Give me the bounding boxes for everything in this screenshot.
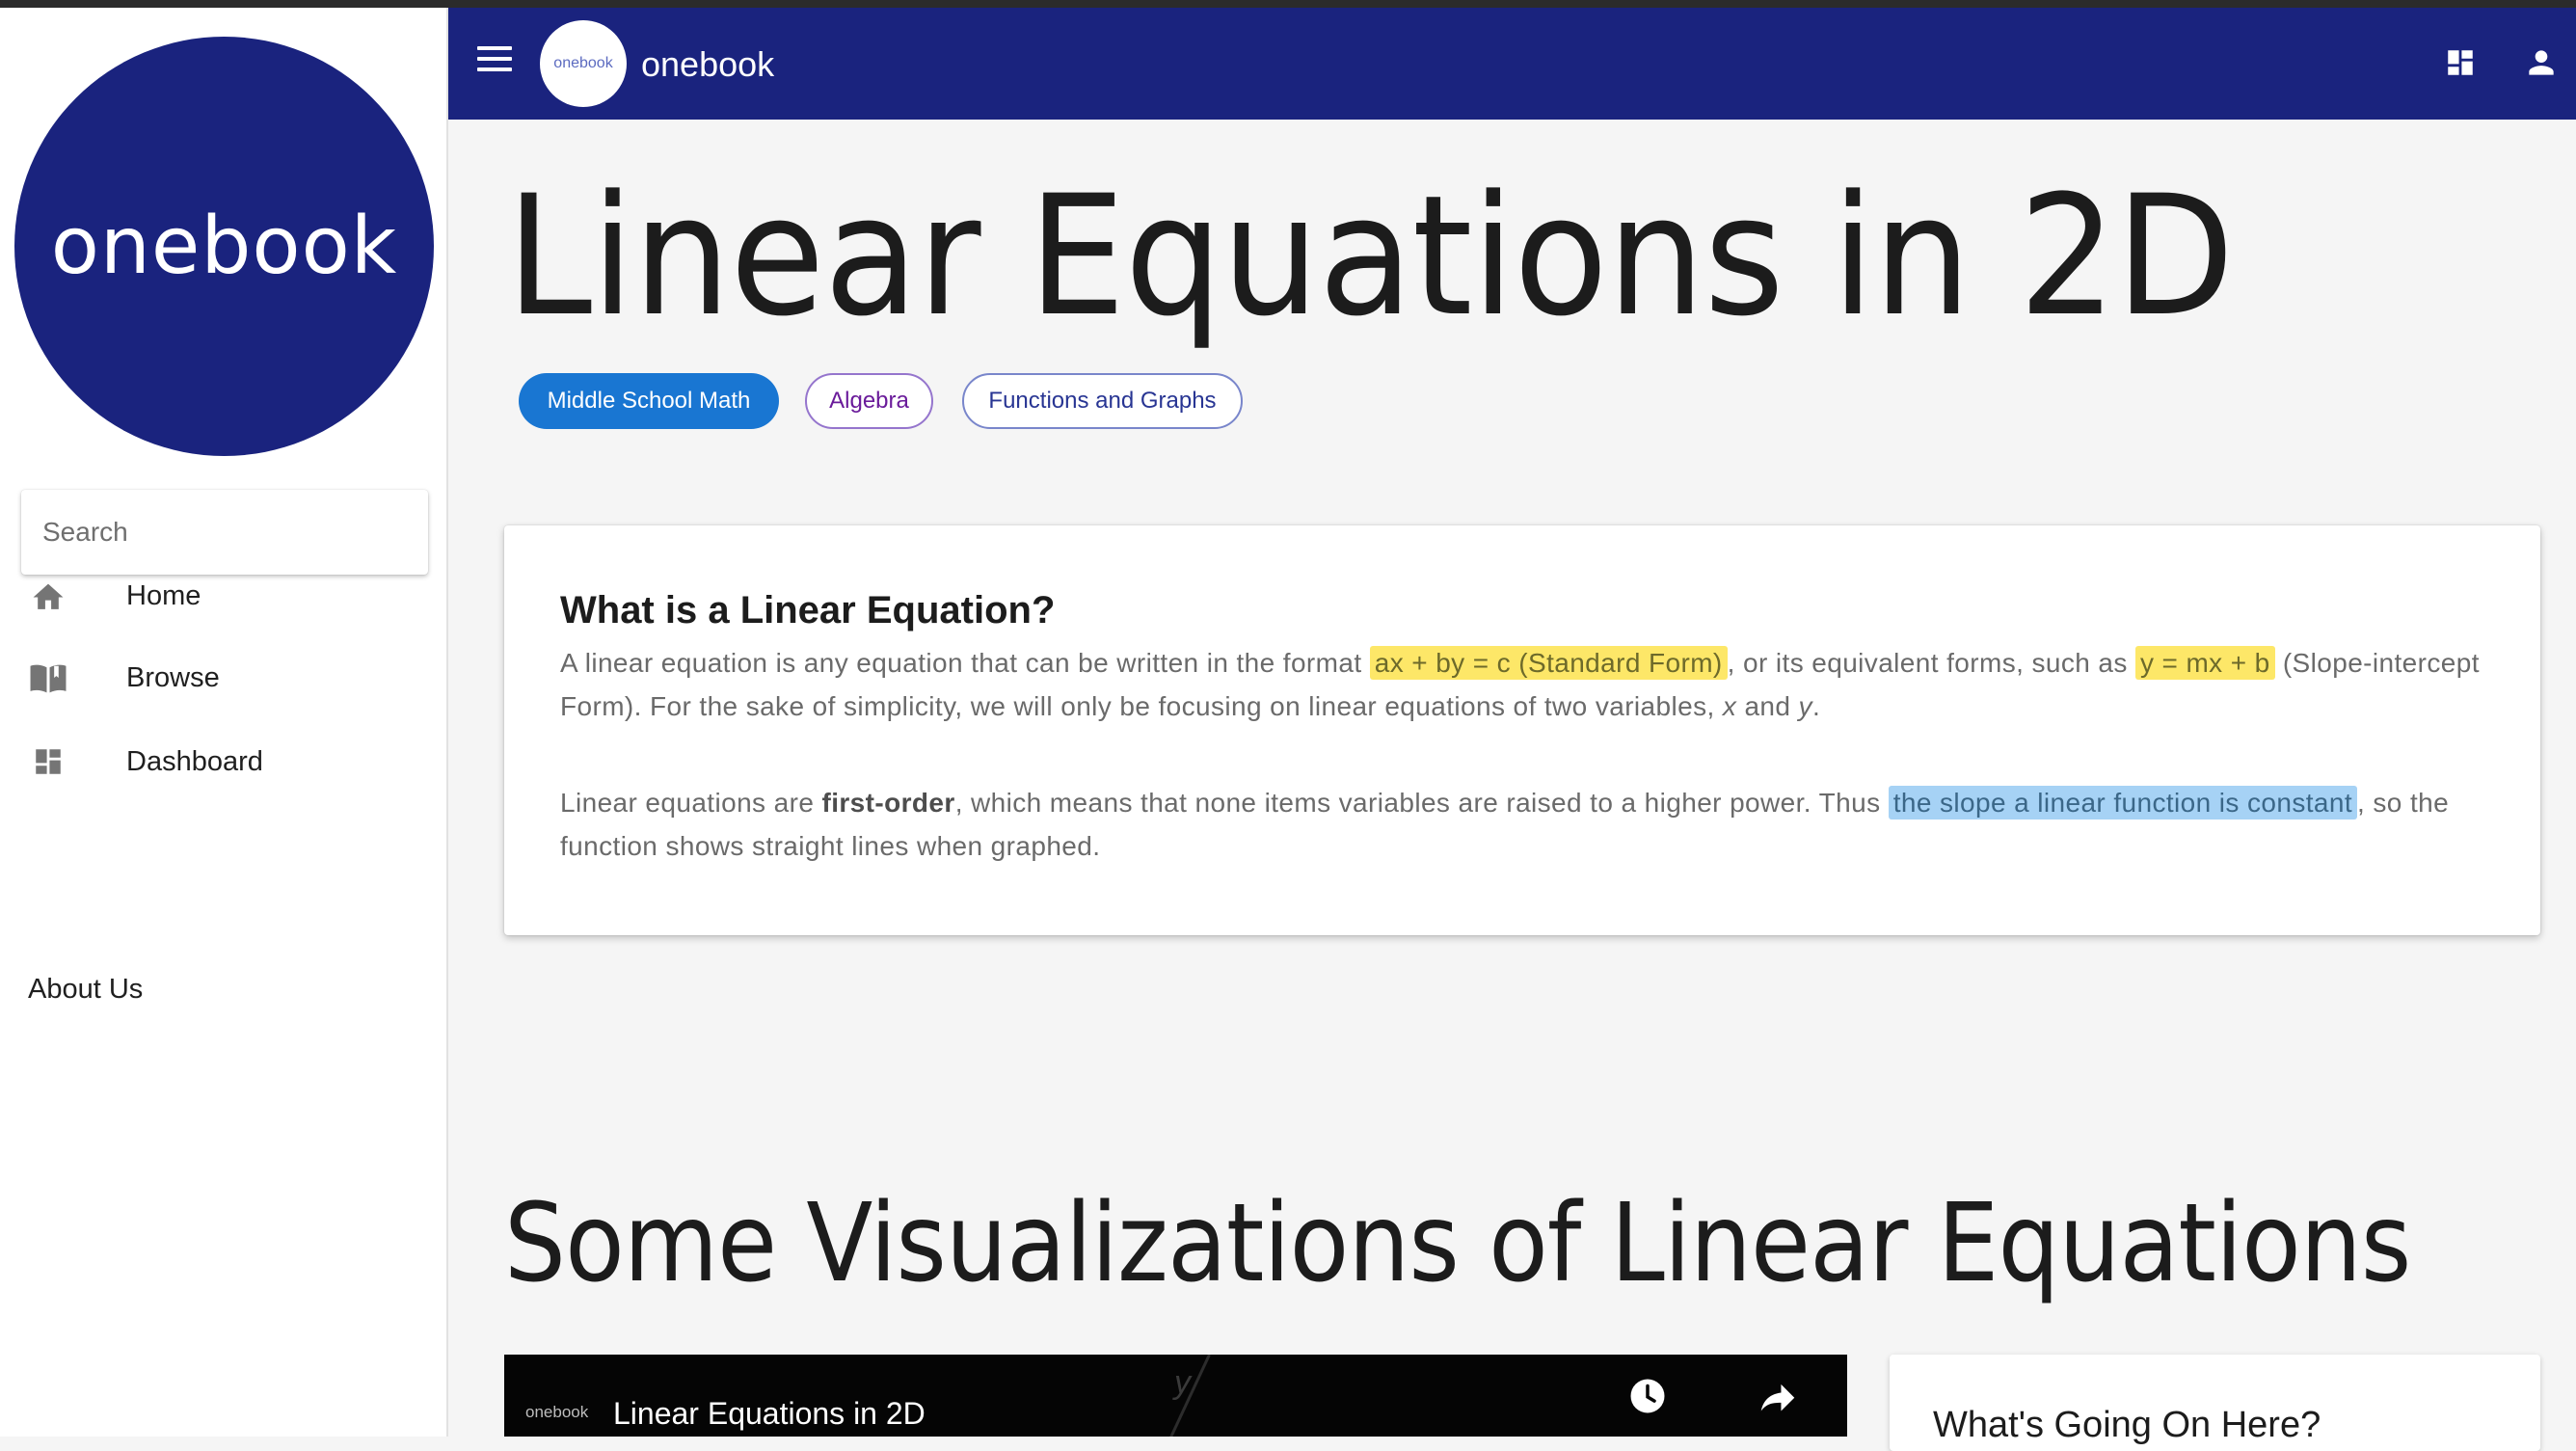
video-axis-label: y	[1174, 1364, 1191, 1401]
definition-card: What is a Linear Equation? A linear equa…	[504, 525, 2540, 935]
sidebar-item-label: Home	[126, 579, 201, 611]
dashboard-icon	[29, 742, 67, 781]
card-paragraph-2: Linear equations are first-order, which …	[560, 786, 2450, 861]
book-open-icon	[29, 658, 67, 697]
highlight-slope-intercept: y = mx + b	[2134, 646, 2275, 680]
person-icon[interactable]	[2523, 44, 2560, 81]
tag-chip-functions-and-graphs[interactable]: Functions and Graphs	[962, 373, 1243, 429]
video-title[interactable]: Linear Equations in 2D	[613, 1396, 926, 1432]
sidebar-logo-text: onebook	[50, 201, 398, 292]
sidebar-item-home[interactable]: Home	[29, 567, 424, 625]
sidebar-item-label: Dashboard	[126, 745, 263, 777]
app-bar: onebook onebook	[448, 8, 2576, 120]
highlight-standard-form: ax + by = c (Standard Form)	[1369, 646, 1728, 680]
video-player[interactable]: y onebook Linear Equations in 2D	[504, 1355, 1847, 1437]
video-channel-name[interactable]: onebook	[525, 1403, 588, 1422]
app-title[interactable]: onebook	[641, 44, 774, 85]
highlight-constant-slope: the slope a linear function is constant	[1888, 786, 2358, 820]
appbar-logo[interactable]: onebook	[540, 20, 627, 107]
appbar-logo-text: onebook	[553, 55, 613, 71]
home-icon	[29, 577, 67, 615]
window-top-border	[0, 0, 2576, 8]
sidebar-logo[interactable]: onebook	[14, 37, 434, 456]
explanation-card: What's Going On Here?	[1890, 1355, 2540, 1451]
sidebar: onebook Home Browse Dashboard About Us	[0, 8, 448, 1437]
about-us-link[interactable]: About Us	[28, 974, 143, 1006]
clock-icon[interactable]	[1627, 1376, 1668, 1416]
sidebar-item-browse[interactable]: Browse	[29, 649, 424, 707]
sidebar-item-dashboard[interactable]: Dashboard	[29, 733, 424, 791]
card-title: What is a Linear Equation?	[560, 589, 1056, 631]
menu-icon[interactable]	[477, 46, 512, 75]
sidebar-item-label: Browse	[126, 661, 220, 693]
tag-chip-middle-school-math[interactable]: Middle School Math	[519, 373, 779, 429]
dashboard-icon[interactable]	[2444, 46, 2477, 79]
search-input[interactable]	[21, 490, 428, 575]
explanation-card-title: What's Going On Here?	[1933, 1405, 2321, 1445]
share-icon[interactable]	[1758, 1378, 1798, 1414]
card-paragraph-1: A linear equation is any equation that c…	[560, 646, 2480, 721]
page-title: Linear Equations in 2D	[506, 159, 2235, 353]
bold-term: first-order	[821, 788, 955, 818]
section-title: Some Visualizations of Linear Equations	[504, 1181, 2411, 1306]
tag-chip-algebra[interactable]: Algebra	[805, 373, 933, 429]
